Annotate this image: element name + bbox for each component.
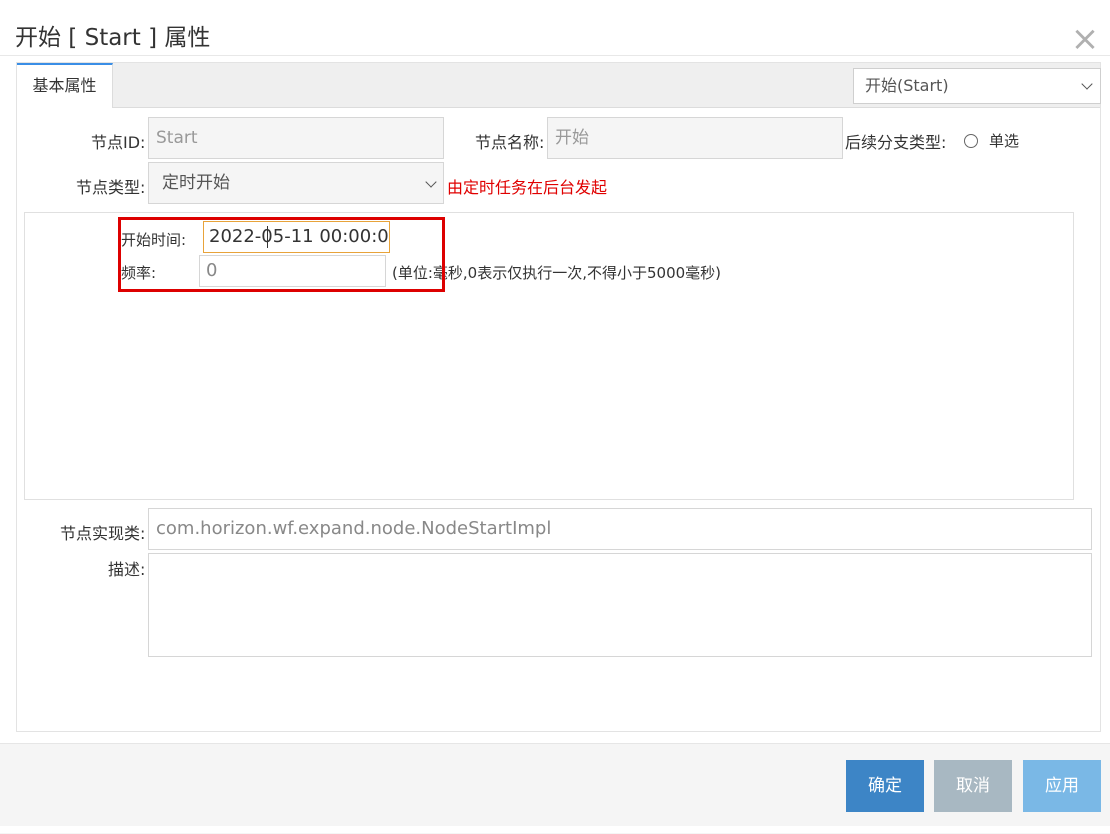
chevron-down-icon [1081,78,1093,90]
tab-basic-properties[interactable]: 基本属性 [17,63,113,108]
node-id-label: 节点ID: [91,133,146,152]
description-label: 描述: [108,560,146,579]
node-id-value: Start [156,128,198,148]
node-type-select[interactable]: 定时开始 [148,162,444,204]
confirm-button[interactable]: 确定 [846,760,924,812]
impl-class-value: com.horizon.wf.expand.node.NodeStartImpl [156,518,552,539]
node-id-field[interactable]: Start [148,117,444,159]
impl-class-field[interactable]: com.horizon.wf.expand.node.NodeStartImpl [148,508,1092,550]
branch-single-radio[interactable] [964,134,978,148]
node-name-field[interactable]: 开始 [547,117,843,159]
node-name-label: 节点名称: [475,133,545,152]
cancel-button[interactable]: 取消 [934,760,1012,812]
underlying-window-strip [0,826,1110,833]
chevron-down-icon [425,176,437,188]
branch-single-label: 单选 [989,132,1020,150]
node-type-label: 节点类型: [76,178,146,197]
tab-bar: 基本属性 开始(Start) [17,63,1101,108]
title-divider [0,55,1110,56]
branch-type-label: 后续分支类型: [845,133,947,152]
close-icon[interactable]: × [1070,22,1100,56]
highlight-annotation-box [118,217,445,292]
dialog-title: 开始 [ Start ] 属性 [15,25,211,51]
node-type-hint: 由定时任务在后台发起 [447,178,608,197]
node-selector-value: 开始(Start) [865,76,949,95]
apply-button[interactable]: 应用 [1023,760,1101,812]
node-type-value: 定时开始 [162,173,230,193]
description-textarea[interactable] [148,553,1092,657]
node-name-value: 开始 [555,128,589,148]
node-selector-dropdown[interactable]: 开始(Start) [853,68,1101,104]
impl-class-label: 节点实现类: [60,524,146,543]
